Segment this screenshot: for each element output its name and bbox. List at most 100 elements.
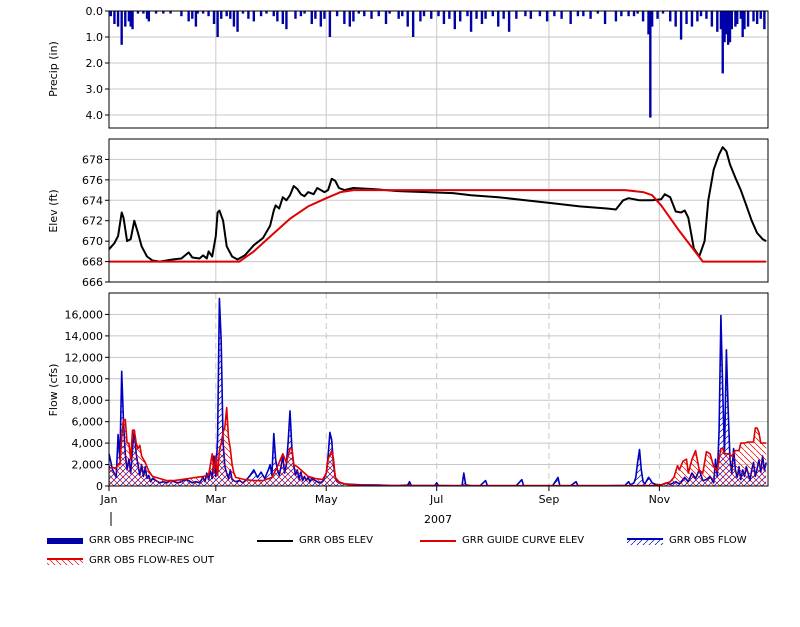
grr-obs-precip-inc-bar-11: [147, 11, 151, 22]
flow-y-axis-label: Flow (cfs): [47, 364, 60, 417]
grr-obs-precip-inc-bar-82: [553, 11, 556, 17]
y-tick-label-0: 0: [96, 480, 103, 493]
legend-label-elev: GRR OBS ELEV: [299, 535, 373, 546]
grr-obs-precip-inc-bar-26: [229, 11, 232, 19]
grr-obs-precip-inc-bar-66: [453, 11, 456, 30]
grr-obs-precip-inc-bar-27: [232, 11, 236, 27]
grr-obs-precip-inc-bar-21: [207, 11, 210, 17]
grr-obs-precip-inc-bar-126: [759, 11, 762, 19]
grr-obs-precip-inc-bar-4: [124, 11, 127, 27]
flow-series: [108, 297, 767, 487]
grr-obs-precip-inc-bar-54: [384, 11, 388, 24]
grr-obs-precip-inc-bar-77: [515, 11, 518, 19]
grr-obs-precip-inc-bar-7: [131, 11, 134, 30]
y-tick-label-1: 2,000: [72, 459, 104, 472]
grr-obs-precip-inc-bar-106: [696, 11, 699, 22]
elev-y-axis-label: Elev (ft): [47, 189, 60, 232]
grr-obs-precip-inc-bar-80: [538, 11, 542, 17]
grr-obs-precip-inc-bar-81: [545, 11, 549, 22]
precip-frame: [108, 10, 769, 129]
grr-obs-precip-inc-bar-117: [730, 11, 733, 30]
grr-obs-precip-inc-bar-92: [627, 11, 630, 17]
grr-obs-precip-inc-bar-24: [220, 11, 223, 19]
flow-panel: 0 2,000 4,000 6,000 8,000 10,000 12,000 14,000 1…: [47, 292, 769, 526]
grr-obs-precip-inc-bar-91: [620, 11, 623, 17]
grr-obs-precip-inc-bar-41: [310, 11, 313, 24]
grr-obs-precip-inc-bar-78: [524, 11, 527, 17]
grr-obs-precip-inc-bar-65: [448, 11, 451, 19]
grr-obs-precip-inc-bar-32: [259, 11, 263, 17]
legend-item-guide-curve: GRR GUIDE CURVE ELEV: [420, 534, 610, 550]
y-tick-label-5: 10,000: [65, 373, 104, 386]
legend: GRR OBS PRECIP-INC GRR OBS ELEV GRR GUID…: [0, 534, 800, 574]
grr-obs-flow-line: [108, 297, 767, 487]
y-tick-label-4: 4.0: [86, 109, 104, 122]
grr-obs-precip-inc-bar-34: [272, 11, 275, 17]
grr-obs-precip-inc-bar-15: [180, 11, 183, 17]
grr-obs-precip-inc-bar-36: [281, 11, 285, 24]
elev-y-ticks: 666 668 670 672 674 676 678: [82, 153, 109, 289]
grr-obs-precip-inc-bar-45: [328, 11, 332, 37]
grr-obs-precip-inc-bar-63: [437, 11, 440, 17]
grr-obs-precip-inc-bar-38: [294, 11, 297, 19]
grr-obs-precip-inc-bar-79: [529, 11, 533, 19]
grr-obs-precip-inc-bar-58: [406, 11, 409, 27]
grr-obs-precip-inc-bar-57: [401, 11, 404, 17]
grr-obs-precip-inc-bar-99: [656, 11, 659, 19]
grr-obs-precip-inc-bar-37: [285, 11, 288, 30]
legend-item-precip: GRR OBS PRECIP-INC: [47, 534, 237, 550]
legend-item-flow: GRR OBS FLOW: [627, 534, 797, 550]
y-tick-label-6: 12,000: [65, 351, 104, 364]
grr-obs-precip-inc-bar-127: [763, 11, 766, 30]
grr-obs-precip-inc-bar-68: [466, 11, 469, 17]
grr-obs-precip-inc-bar-76: [507, 11, 511, 32]
grr-obs-precip-inc-bar-25: [225, 11, 228, 17]
y-tick-label-0: 666: [82, 276, 103, 289]
grr-obs-precip-inc-bar-98: [650, 11, 654, 27]
precip-grid: [109, 10, 768, 128]
y-tick-label-0: 0.0: [86, 5, 104, 18]
grr-obs-precip-inc-bar-89: [603, 11, 607, 24]
x-tick-label-may: May: [315, 493, 338, 506]
grr-obs-precip-inc-bar-30: [247, 11, 250, 19]
x-tick-label-jan: Jan: [100, 493, 118, 506]
grr-obs-precip-inc-bar-72: [484, 11, 487, 19]
legend-label-flow: GRR OBS FLOW: [669, 535, 747, 546]
flow-grid: [109, 293, 768, 487]
y-tick-label-3: 6,000: [72, 416, 104, 429]
grr-obs-precip-inc-bar-23: [216, 11, 219, 37]
grr-obs-precip-inc-bar-110: [716, 11, 719, 32]
grr-obs-precip-inc-bar-67: [459, 11, 462, 22]
y-tick-label-3: 3.0: [86, 83, 104, 96]
grr-obs-precip-inc-bar-42: [314, 11, 317, 19]
grr-obs-precip-inc-bar-0: [109, 11, 113, 17]
y-tick-label-2: 4,000: [72, 437, 104, 450]
y-tick-label-2: 2.0: [86, 57, 104, 70]
y-tick-label-1: 1.0: [86, 31, 104, 44]
grr-obs-precip-inc-bar-119: [736, 11, 739, 24]
grr-obs-precip-inc-bar-125: [755, 11, 759, 24]
legend-swatch-precip: [47, 538, 83, 544]
y-tick-label-7: 14,000: [65, 330, 104, 343]
grr-obs-precip-inc-bar-61: [422, 11, 426, 17]
grr-obs-precip-inc-bar-97: [649, 11, 652, 118]
grr-obs-precip-inc-bar-49: [352, 11, 355, 22]
y-tick-label-8: 16,000: [65, 308, 104, 321]
grr-obs-precip-inc-bar-47: [343, 11, 346, 24]
elev-grid: [109, 139, 768, 283]
y-tick-label-4: 674: [82, 194, 103, 207]
grr-obs-precip-inc-bar-60: [419, 11, 422, 22]
grr-obs-precip-inc-bar-84: [569, 11, 572, 24]
grr-obs-flow-area: [109, 298, 767, 486]
grr-obs-precip-inc-bar-85: [576, 11, 580, 17]
grr-obs-precip-inc-bar-83: [560, 11, 563, 19]
x-axis-ticks: Jan Mar May Jul Sep Nov: [100, 486, 671, 506]
hydrograph-chart: 0.0 1.0 2.0 3.0 4.0 Precip (in) 666 668 670 672…: [47, 5, 769, 526]
grr-guide-curve-elev-line: [109, 189, 767, 263]
grr-obs-precip-inc-bar-71: [480, 11, 484, 24]
grr-obs-precip-inc-bar-64: [442, 11, 446, 24]
grr-obs-precip-inc-bar-75: [502, 11, 505, 19]
grr-obs-precip-inc-bar-105: [690, 11, 694, 27]
grr-obs-precip-inc-bar-69: [469, 11, 473, 32]
grr-obs-precip-inc-bar-3: [120, 11, 123, 45]
